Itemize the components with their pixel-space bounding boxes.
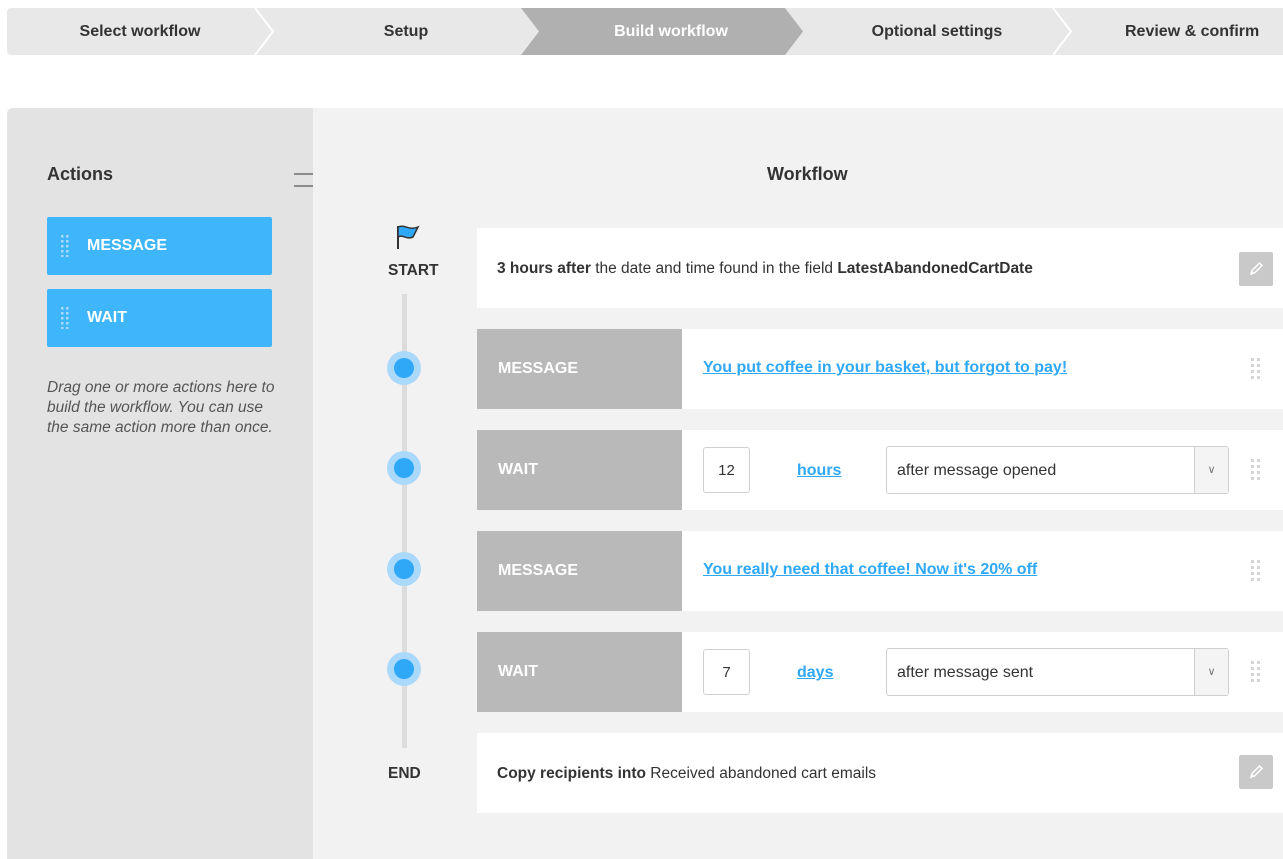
wait-condition-value: after message opened <box>897 462 1057 479</box>
wait-condition-select[interactable]: after message sent ∨ <box>886 648 1229 696</box>
wait-condition-select[interactable]: after message opened ∨ <box>886 446 1229 494</box>
workflow-step-message: MESSAGE You really need that coffee! Now… <box>477 531 1283 611</box>
message-link[interactable]: You really need that coffee! Now it's 20… <box>703 561 1037 579</box>
end-action-verb: Copy recipients into <box>497 765 646 782</box>
action-message-label: MESSAGE <box>87 237 168 254</box>
wait-amount-input[interactable] <box>703 447 750 493</box>
pencil-icon <box>1249 764 1264 779</box>
timeline-start-label: START <box>388 262 439 279</box>
actions-hint: Drag one or more actions here to build t… <box>47 379 275 436</box>
step-progress-bar: Select workflow Setup Build workflow Opt… <box>7 8 1283 55</box>
pencil-icon <box>1249 261 1264 276</box>
step-optional-settings[interactable]: Optional settings <box>803 8 1071 55</box>
chevron-down-icon: ∨ <box>1194 649 1228 695</box>
wait-amount-input[interactable] <box>703 649 750 695</box>
action-wait-label: WAIT <box>87 309 127 326</box>
trigger-field: LatestAbandonedCartDate <box>837 260 1033 277</box>
drag-handle-icon[interactable] <box>1251 358 1261 380</box>
chevron-down-icon: ∨ <box>1194 447 1228 493</box>
actions-title: Actions <box>47 164 114 184</box>
step-type-label: MESSAGE <box>477 531 682 611</box>
drag-handle-icon <box>61 307 69 329</box>
drag-handle-icon <box>61 235 69 257</box>
edit-end-action-button[interactable] <box>1239 755 1273 789</box>
timeline-node <box>387 652 421 686</box>
trigger-delay: 3 hours after <box>497 260 591 277</box>
step-type-label: WAIT <box>477 632 682 712</box>
workflow-step-wait: WAIT days after message sent ∨ <box>477 632 1283 712</box>
trigger-text: 3 hours after the date and time found in… <box>497 260 1033 278</box>
workflow-title: Workflow <box>767 164 848 184</box>
timeline-node <box>387 351 421 385</box>
timeline-node <box>387 451 421 485</box>
edit-trigger-button[interactable] <box>1239 252 1273 286</box>
end-action-target: Received abandoned cart emails <box>646 765 877 782</box>
wait-condition-value: after message sent <box>897 664 1034 681</box>
step-setup[interactable]: Setup <box>273 8 539 55</box>
timeline-end-label: END <box>388 765 421 782</box>
wait-unit-link[interactable]: days <box>797 664 833 682</box>
workflow-step-wait: WAIT hours after message opened ∨ <box>477 430 1283 510</box>
trigger-description: the date and time found in the field <box>590 260 838 277</box>
step-type-label: MESSAGE <box>477 329 682 409</box>
end-action-card: Copy recipients into Received abandoned … <box>477 733 1283 813</box>
end-action-text: Copy recipients into Received abandoned … <box>497 765 876 783</box>
drag-handle-icon[interactable] <box>1251 661 1261 683</box>
step-select-workflow[interactable]: Select workflow <box>7 8 273 55</box>
action-message-button[interactable]: MESSAGE <box>47 217 272 275</box>
workflow-step-message: MESSAGE You put coffee in your basket, b… <box>477 329 1283 409</box>
trigger-card: 3 hours after the date and time found in… <box>477 228 1283 308</box>
action-wait-button[interactable]: WAIT <box>47 289 272 347</box>
step-review-confirm[interactable]: Review & confirm <box>1071 8 1283 55</box>
drag-handle-icon[interactable] <box>1251 459 1261 481</box>
timeline-node <box>387 552 421 586</box>
drag-handle-icon[interactable] <box>1251 560 1261 582</box>
wait-unit-link[interactable]: hours <box>797 462 841 480</box>
step-type-label: WAIT <box>477 430 682 510</box>
message-link[interactable]: You put coffee in your basket, but forgo… <box>703 359 1067 377</box>
flag-icon <box>397 225 420 249</box>
step-build-workflow[interactable]: Build workflow <box>539 8 803 55</box>
